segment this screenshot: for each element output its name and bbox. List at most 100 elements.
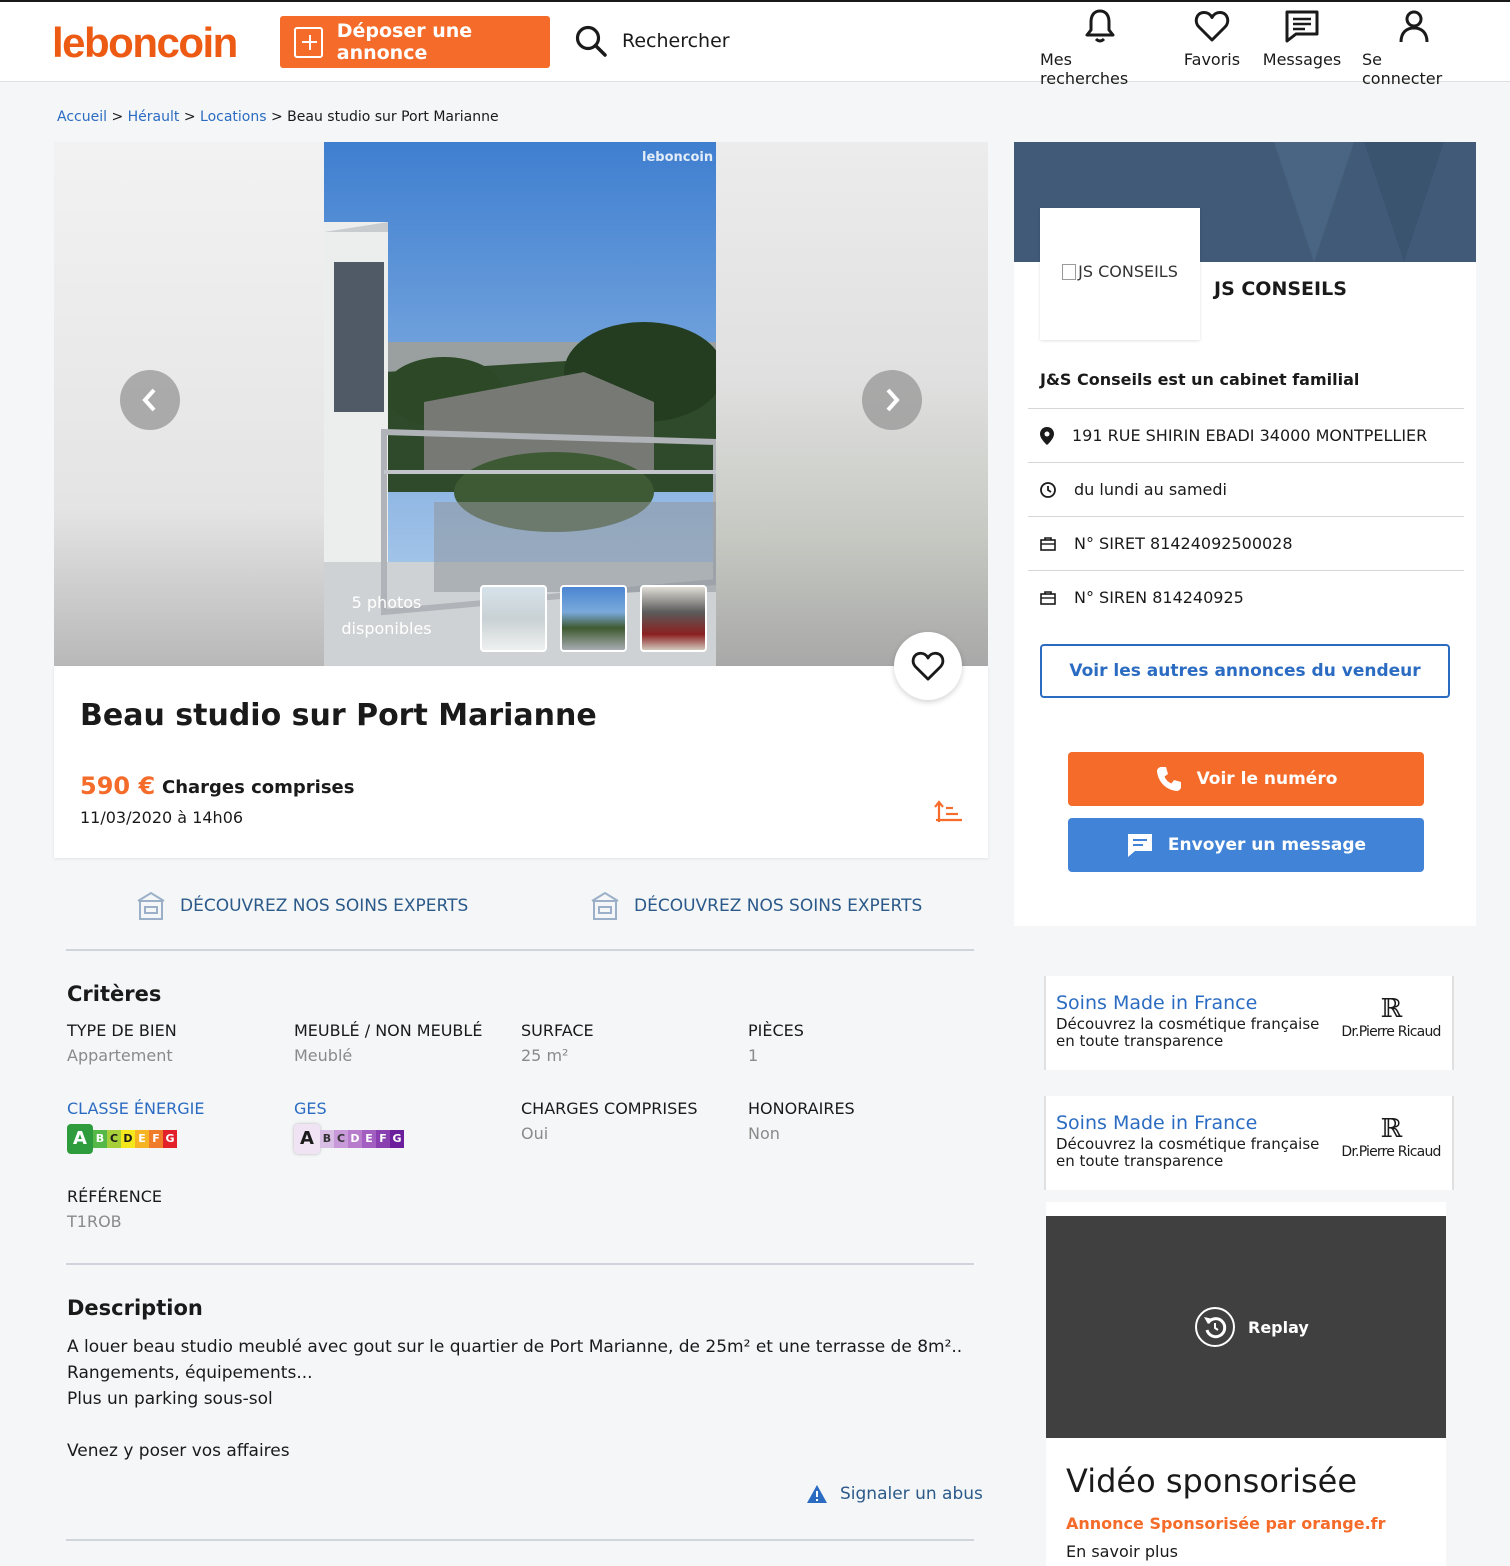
broken-image-icon: [1062, 264, 1077, 280]
video-sponsor[interactable]: Annonce Sponsorisée par orange.fr: [1066, 1514, 1386, 1533]
clock-icon: [1040, 481, 1056, 498]
criterion-label: Charges comprises: [521, 1099, 698, 1118]
heart-icon: [1194, 10, 1230, 42]
ges-scale: ABCDEFG: [294, 1124, 404, 1154]
criterion-label[interactable]: Classe énergie: [67, 1099, 204, 1118]
box-icon: [591, 891, 619, 920]
criterion-label: Surface: [521, 1021, 594, 1040]
divider: [66, 1263, 974, 1265]
post-ad-button[interactable]: Déposer une annonce: [280, 16, 550, 68]
video-player[interactable]: Replay: [1046, 1216, 1446, 1438]
scale-letter-g: G: [163, 1130, 177, 1148]
replay-button[interactable]: Replay: [1194, 1306, 1309, 1348]
description-line: [67, 1412, 962, 1438]
sponsor-brand-name: Dr.Pierre Ricaud: [1341, 1024, 1441, 1040]
nav-favorites[interactable]: Favoris: [1180, 8, 1244, 69]
promo-label: DÉCOUVREZ NOS SOINS EXPERTS: [180, 896, 469, 916]
sponsor-brand-name: Dr.Pierre Ricaud: [1341, 1144, 1441, 1160]
promo-link-2[interactable]: DÉCOUVREZ NOS SOINS EXPERTS: [590, 890, 922, 922]
description-text: A louer beau studio meublé avec gout sur…: [67, 1334, 962, 1464]
gallery-blur-left: [54, 142, 324, 666]
scale-letter-b: B: [320, 1130, 334, 1148]
ad-date: 11/03/2020 à 14h06: [80, 808, 244, 827]
user-icon: [1399, 10, 1429, 43]
video-more-link[interactable]: En savoir plus: [1066, 1542, 1178, 1561]
breadcrumb-current: Beau studio sur Port Marianne: [287, 109, 499, 125]
send-message-button[interactable]: Envoyer un message: [1068, 818, 1424, 872]
sponsored-text: Découvrez la cosmétique française en tou…: [1056, 1015, 1320, 1050]
scale-letter-d: D: [348, 1130, 362, 1148]
description-title: Description: [67, 1296, 203, 1320]
photo-gallery: leboncoin 5 photos disponibles: [54, 142, 988, 666]
promo-label: DÉCOUVREZ NOS SOINS EXPERTS: [634, 896, 923, 916]
show-number-label: Voir le numéro: [1196, 769, 1338, 789]
briefcase-icon: [1040, 536, 1056, 551]
criterion-label: Type de bien: [67, 1021, 177, 1040]
nav-label: Mes recherches: [1040, 50, 1129, 88]
sponsored-video: Replay Vidéo sponsorisée Annonce Sponsor…: [1046, 1202, 1446, 1566]
sponsor-logo: ℝ Dr.Pierre Ricaud: [1336, 994, 1446, 1040]
seller-logo-alt: JS CONSEILS: [1078, 262, 1178, 281]
gallery-next-button[interactable]: [862, 370, 922, 430]
phone-icon: [1156, 767, 1181, 791]
nav-saved-searches[interactable]: Mes recherches: [1040, 8, 1160, 88]
ad-summary-card: Beau studio sur Port Marianne 590 € Char…: [54, 666, 988, 858]
leboncoin-logo[interactable]: leboncoin: [52, 20, 238, 66]
plus-icon: [294, 26, 323, 58]
thumbnail-2[interactable]: [560, 585, 627, 652]
description-line: A louer beau studio meublé avec gout sur…: [67, 1337, 963, 1357]
criterion-value: T1ROB: [67, 1212, 122, 1231]
nav-label: Se connecter: [1362, 50, 1443, 88]
breadcrumb-link-home[interactable]: Accueil: [57, 109, 107, 125]
breadcrumb-separator: >: [266, 109, 288, 125]
nav-messages[interactable]: Messages: [1262, 8, 1342, 69]
scale-letter-a: A: [294, 1124, 320, 1154]
gallery-prev-button[interactable]: [120, 370, 180, 430]
criterion-label[interactable]: GES: [294, 1099, 404, 1118]
briefcase-icon: [1040, 590, 1056, 605]
sponsor-monogram-icon: ℝ: [1380, 994, 1403, 1024]
replay-icon: [1195, 1307, 1235, 1347]
video-title: Vidéo sponsorisée: [1066, 1462, 1358, 1500]
description-line: Venez y poser vos affaires: [67, 1441, 290, 1461]
criterion-reference: Référence T1ROB: [67, 1187, 162, 1231]
search-button[interactable]: Rechercher: [574, 24, 730, 58]
nav-label: Favoris: [1183, 50, 1241, 69]
seller-hours-text: du lundi au samedi: [1074, 480, 1227, 499]
seller-address: 191 RUE SHIRIN EBADI 34000 MONTPELLIER: [1028, 408, 1464, 462]
seller-siret-text: N° SIRET 81424092500028: [1074, 534, 1293, 553]
thumbnail-3[interactable]: [640, 585, 707, 652]
criterion-fees: Honoraires Non: [748, 1099, 855, 1143]
sponsored-ad-1[interactable]: Soins Made in France Découvrez la cosmét…: [1044, 976, 1454, 1070]
report-abuse-link[interactable]: Signaler un abus: [806, 1484, 983, 1504]
criterion-value: 25 m²: [521, 1046, 569, 1065]
criterion-type: Type de bien Appartement: [67, 1021, 177, 1065]
show-number-button[interactable]: Voir le numéro: [1068, 752, 1424, 806]
scale-letter-c: C: [334, 1130, 348, 1148]
site-header: leboncoin Déposer une annonce Rechercher…: [0, 2, 1510, 88]
favorite-button[interactable]: [894, 632, 962, 700]
scale-letter-f: F: [376, 1130, 390, 1148]
seller-card: JS CONSEILS JS CONSEILS J&S Conseils est…: [1014, 142, 1476, 926]
energy-class-scale: ABCDEFG: [67, 1124, 204, 1154]
sponsored-ad-2[interactable]: Soins Made in France Découvrez la cosmét…: [1044, 1096, 1454, 1190]
bell-icon: [1085, 9, 1115, 43]
breadcrumb-link-region[interactable]: Hérault: [128, 109, 180, 125]
ad-price: 590 €: [80, 772, 156, 800]
gallery-blur-right: [716, 142, 988, 666]
breadcrumb-link-category[interactable]: Locations: [200, 109, 267, 125]
thumbnail-1[interactable]: [480, 585, 547, 652]
promo-link-1[interactable]: DÉCOUVREZ NOS SOINS EXPERTS: [136, 890, 468, 922]
seller-name[interactable]: JS CONSEILS: [1214, 278, 1347, 300]
seller-other-ads-button[interactable]: Voir les autres annonces du vendeur: [1040, 644, 1450, 698]
location-pin-icon: [1040, 426, 1054, 445]
box-icon: [137, 891, 165, 920]
scale-letter-f: F: [149, 1130, 163, 1148]
ad-charges: Charges comprises: [162, 777, 355, 798]
send-message-label: Envoyer un message: [1167, 835, 1367, 855]
criterion-energy: Classe énergie ABCDEFG: [67, 1099, 204, 1154]
bump-ad-icon[interactable]: [934, 800, 964, 824]
warning-icon: [807, 1485, 827, 1503]
seller-description: J&S Conseils est un cabinet familial: [1040, 370, 1360, 389]
nav-login[interactable]: Se connecter: [1362, 8, 1466, 88]
